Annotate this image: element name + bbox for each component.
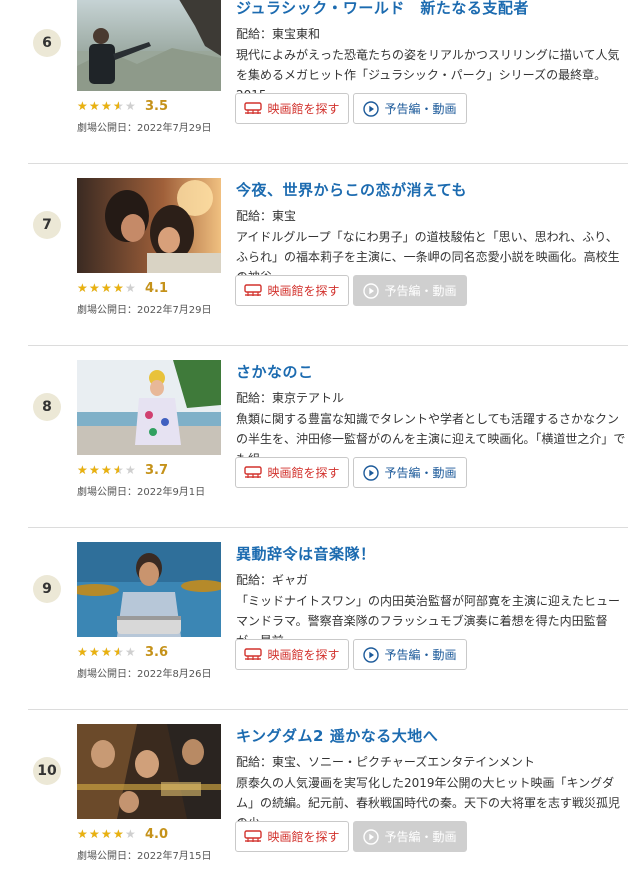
find-theater-button[interactable]: 映画館を探す — [235, 275, 349, 306]
movie-poster[interactable] — [77, 0, 221, 91]
star-icon: ★★ — [89, 463, 100, 477]
movie-poster[interactable] — [77, 724, 221, 819]
star-icon: ★★ — [125, 281, 136, 295]
star-icon: ★★ — [89, 281, 100, 295]
movie-title-link[interactable]: キングダム2 遥かなる大地へ — [236, 725, 438, 746]
rating-score: 3.6 — [145, 644, 169, 660]
star-icon: ★★ — [101, 827, 112, 841]
movie-poster[interactable] — [77, 360, 221, 455]
rating-stars: ★★★★★★★★★★ — [77, 828, 137, 840]
star-icon: ★★ — [113, 827, 124, 841]
trailer-video-button[interactable]: 予告編・動画 — [353, 457, 467, 488]
ranking-item: 10 ★★★★★★★★★★ 4.0 劇場公開日：2022年7月15日 キングダム… — [0, 710, 640, 885]
star-icon: ★★ — [89, 645, 100, 659]
find-theater-button[interactable]: 映画館を探す — [235, 821, 349, 852]
theater-seats-icon — [244, 648, 263, 661]
rank-badge: 10 — [33, 757, 61, 785]
ranking-item: 8 ★★★★★★★★★★ 3.7 劇場公開日：2022年9月1日 さかなのこ 配… — [0, 346, 640, 528]
star-icon: ★★ — [113, 463, 124, 477]
star-icon: ★★ — [101, 463, 112, 477]
star-icon: ★★ — [125, 645, 136, 659]
movie-poster[interactable] — [77, 178, 221, 273]
rating-stars: ★★★★★★★★★★ — [77, 464, 137, 476]
movie-poster[interactable] — [77, 542, 221, 637]
star-icon: ★★ — [77, 281, 88, 295]
star-icon: ★★ — [113, 281, 124, 295]
star-icon: ★★ — [101, 99, 112, 113]
rating: ★★★★★★★★★★ 3.5 — [77, 97, 168, 115]
rank-badge: 8 — [33, 393, 61, 421]
play-circle-icon — [363, 464, 380, 481]
release-date: 劇場公開日：2022年7月29日 — [77, 305, 212, 316]
rank-badge: 9 — [33, 575, 61, 603]
theater-seats-icon — [244, 284, 263, 297]
distributor: 配給：東宝、ソニー・ピクチャーズエンタテインメント — [236, 755, 535, 769]
release-date: 劇場公開日：2022年8月26日 — [77, 669, 212, 680]
trailer-video-button: 予告編・動画 — [353, 275, 467, 306]
ranking-item: 7 ★★★★★★★★★★ 4.1 劇場公開日：2022年7月29日 今夜、世界か… — [0, 164, 640, 346]
rating: ★★★★★★★★★★ 3.7 — [77, 461, 168, 479]
rank-badge: 7 — [33, 211, 61, 239]
play-circle-icon — [363, 282, 380, 299]
star-icon: ★★ — [77, 463, 88, 477]
star-icon: ★★ — [89, 827, 100, 841]
star-icon: ★★ — [125, 99, 136, 113]
trailer-video-button: 予告編・動画 — [353, 821, 467, 852]
theater-seats-icon — [244, 466, 263, 479]
movie-title-link[interactable]: 今夜、世界からこの恋が消えても — [236, 179, 467, 200]
star-icon: ★★ — [77, 99, 88, 113]
rating-score: 4.1 — [145, 280, 169, 296]
rating: ★★★★★★★★★★ 4.1 — [77, 279, 168, 297]
ranking-item: 9 ★★★★★★★★★★ 3.6 劇場公開日：2022年8月26日 異動辞令は音… — [0, 528, 640, 710]
rating-stars: ★★★★★★★★★★ — [77, 100, 137, 112]
trailer-video-button[interactable]: 予告編・動画 — [353, 639, 467, 670]
movie-title-link[interactable]: ジュラシック・ワールド 新たなる支配者 — [236, 0, 529, 18]
rating: ★★★★★★★★★★ 4.0 — [77, 825, 168, 843]
rating-score: 3.7 — [145, 462, 169, 478]
find-theater-button[interactable]: 映画館を探す — [235, 93, 349, 124]
movie-title-link[interactable]: 異動辞令は音楽隊！ — [236, 543, 376, 564]
star-icon: ★★ — [113, 645, 124, 659]
movie-ranking-list: 6 ★★★★★★★★★★ 3.5 劇場公開日：2022年7月29日 ジュラシック… — [0, 0, 640, 885]
distributor: 配給：東宝東和 — [236, 27, 321, 41]
rank-badge: 6 — [33, 29, 61, 57]
star-icon: ★★ — [101, 281, 112, 295]
star-icon: ★★ — [101, 645, 112, 659]
theater-seats-icon — [244, 102, 263, 115]
play-circle-icon — [363, 828, 380, 845]
play-circle-icon — [363, 646, 380, 663]
star-icon: ★★ — [89, 99, 100, 113]
release-date: 劇場公開日：2022年7月29日 — [77, 123, 212, 134]
theater-seats-icon — [244, 830, 263, 843]
play-circle-icon — [363, 100, 380, 117]
find-theater-button[interactable]: 映画館を探す — [235, 639, 349, 670]
rating: ★★★★★★★★★★ 3.6 — [77, 643, 168, 661]
find-theater-button[interactable]: 映画館を探す — [235, 457, 349, 488]
distributor: 配給：東宝 — [236, 209, 297, 223]
trailer-video-button[interactable]: 予告編・動画 — [353, 93, 467, 124]
release-date: 劇場公開日：2022年7月15日 — [77, 851, 212, 862]
distributor: 配給：東京テアトル — [236, 391, 345, 405]
rating-score: 4.0 — [145, 826, 169, 842]
distributor: 配給：ギャガ — [236, 573, 309, 587]
star-icon: ★★ — [113, 99, 124, 113]
movie-title-link[interactable]: さかなのこ — [236, 361, 314, 382]
release-date: 劇場公開日：2022年9月1日 — [77, 487, 206, 498]
star-icon: ★★ — [125, 463, 136, 477]
star-icon: ★★ — [77, 827, 88, 841]
star-icon: ★★ — [77, 645, 88, 659]
rating-score: 3.5 — [145, 98, 169, 114]
rating-stars: ★★★★★★★★★★ — [77, 282, 137, 294]
star-icon: ★★ — [125, 827, 136, 841]
ranking-item: 6 ★★★★★★★★★★ 3.5 劇場公開日：2022年7月29日 ジュラシック… — [0, 0, 640, 164]
rating-stars: ★★★★★★★★★★ — [77, 646, 137, 658]
